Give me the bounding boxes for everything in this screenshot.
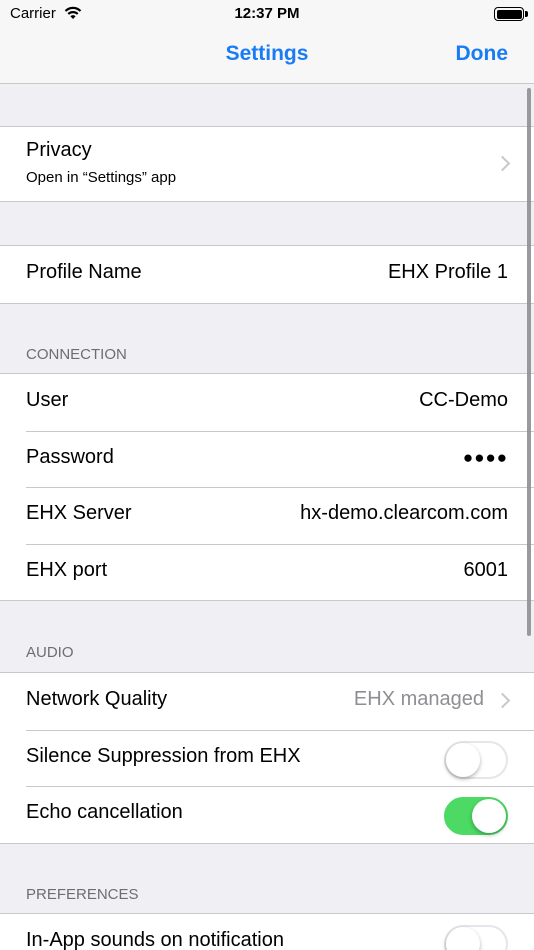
preferences-group: In-App sounds on notification xyxy=(0,913,534,950)
connection-group: User CC-Demo Password ●●●● EHX Server hx… xyxy=(0,373,534,601)
network-quality-row[interactable]: Network Quality EHX managed xyxy=(0,673,534,730)
ehx-port-label: EHX port xyxy=(26,558,108,581)
user-row[interactable]: User CC-Demo xyxy=(0,374,534,431)
ehx-port-value[interactable]: 6001 xyxy=(464,559,509,582)
profile-name-label: Profile Name xyxy=(26,261,142,283)
ehx-port-row[interactable]: EHX port 6001 xyxy=(0,543,534,601)
privacy-row[interactable]: Privacy Open in “Settings” app xyxy=(0,127,534,201)
done-button[interactable]: Done xyxy=(456,42,509,66)
echo-cancellation-label: Echo cancellation xyxy=(26,801,183,823)
password-value[interactable]: ●●●● xyxy=(463,448,508,468)
password-row[interactable]: Password ●●●● xyxy=(0,430,534,488)
toggle-knob xyxy=(446,742,480,777)
audio-group: Network Quality EHX managed Silence Supp… xyxy=(0,672,534,844)
ehx-server-value[interactable]: hx-demo.clearcom.com xyxy=(300,502,508,525)
navigation-bar: Settings Done xyxy=(0,28,534,84)
scrollbar[interactable] xyxy=(527,88,531,636)
silence-suppression-label: Silence Suppression from EHX xyxy=(26,744,301,767)
toggle-knob xyxy=(472,799,506,833)
battery-icon xyxy=(494,7,528,21)
page-title: Settings xyxy=(225,42,309,65)
ehx-server-label: EHX Server xyxy=(26,502,132,524)
connection-header: CONNECTION xyxy=(26,346,127,363)
preferences-header: PREFERENCES xyxy=(26,886,139,903)
in-app-sounds-row: In-App sounds on notification xyxy=(0,914,534,950)
privacy-label: Privacy xyxy=(26,139,92,161)
in-app-sounds-toggle[interactable] xyxy=(444,925,508,950)
profile-name-value[interactable]: EHX Profile 1 xyxy=(388,261,508,284)
privacy-group: Privacy Open in “Settings” app xyxy=(0,126,534,202)
silence-suppression-row: Silence Suppression from EHX xyxy=(0,729,534,787)
status-time: 12:37 PM xyxy=(234,5,300,22)
echo-cancellation-toggle[interactable] xyxy=(444,797,508,835)
toggle-knob xyxy=(446,927,480,950)
privacy-subtitle: Open in “Settings” app xyxy=(26,169,177,186)
ehx-server-row[interactable]: EHX Server hx-demo.clearcom.com xyxy=(0,487,534,544)
user-value[interactable]: CC-Demo xyxy=(419,389,508,412)
profile-group: Profile Name EHX Profile 1 xyxy=(0,245,534,304)
user-label: User xyxy=(26,389,69,411)
status-bar: Carrier 12:37 PM xyxy=(0,0,534,28)
profile-name-row[interactable]: Profile Name EHX Profile 1 xyxy=(0,246,534,303)
silence-suppression-toggle[interactable] xyxy=(444,740,508,779)
network-quality-value: EHX managed xyxy=(353,688,484,710)
in-app-sounds-label: In-App sounds on notification xyxy=(26,929,284,950)
chevron-right-icon xyxy=(494,155,511,172)
password-label: Password xyxy=(26,445,114,468)
chevron-right-icon xyxy=(494,692,511,709)
network-quality-label: Network Quality xyxy=(26,688,168,710)
audio-header: AUDIO xyxy=(26,644,74,661)
echo-cancellation-row: Echo cancellation xyxy=(0,786,534,843)
